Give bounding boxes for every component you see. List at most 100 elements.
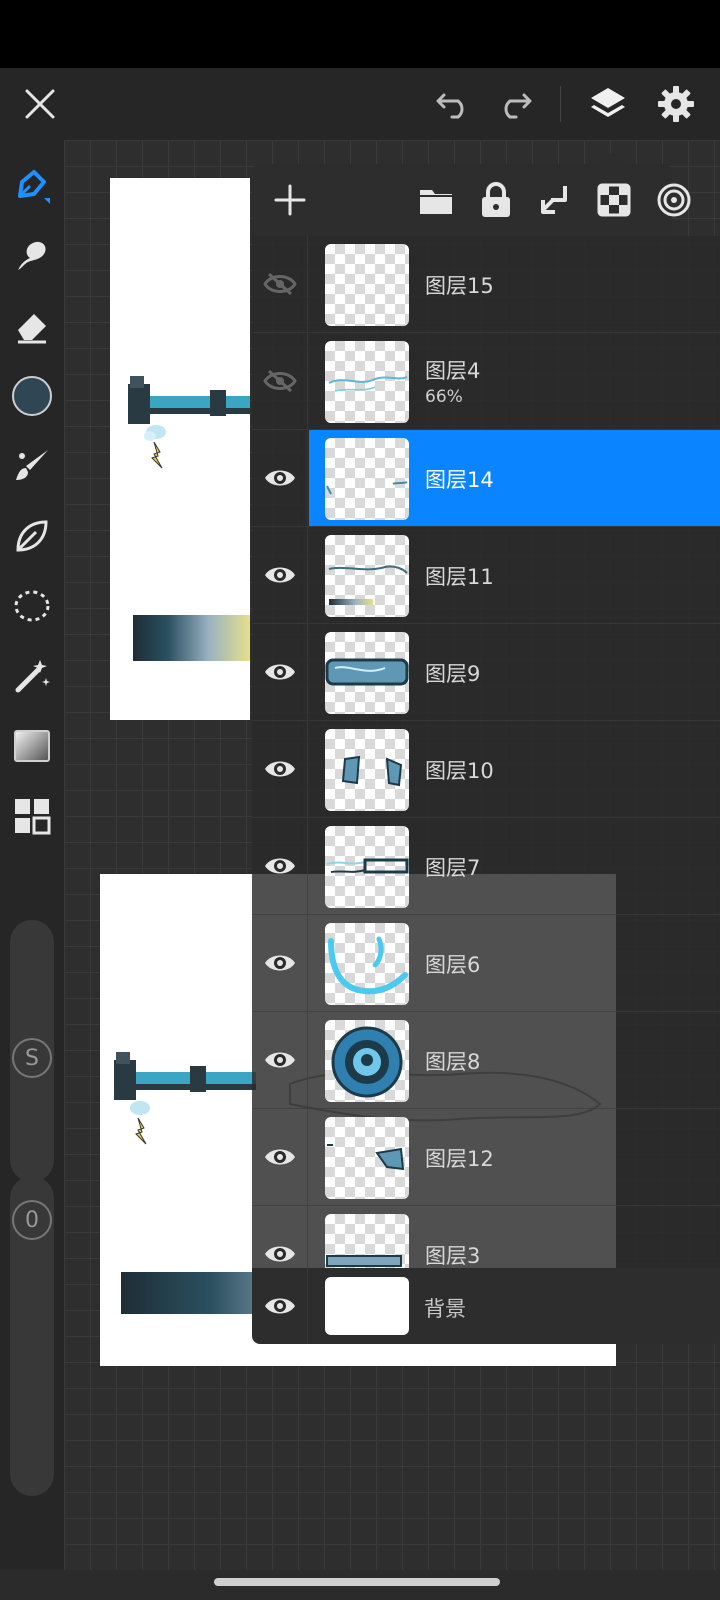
layer-name: 图层9 — [425, 662, 481, 686]
eye-icon — [264, 761, 295, 777]
brush-tool[interactable] — [8, 442, 56, 490]
layer-name: 图层8 — [425, 1050, 481, 1074]
visibility-toggle[interactable] — [252, 1109, 308, 1205]
layers-panel: 图层15 图层4 66% 图层14 图层11 图层9 图层10 图层7 图层6 … — [252, 152, 720, 1344]
layer-row[interactable]: 图层7 — [252, 818, 720, 915]
layer-row-body[interactable]: 图层15 — [309, 236, 720, 332]
background-layer-row[interactable]: 背景 — [252, 1268, 720, 1344]
layer-group-button[interactable] — [412, 176, 460, 224]
layer-opacity: 66% — [425, 387, 463, 407]
layer-row-body[interactable]: 图层10 — [309, 721, 720, 817]
layer-row[interactable]: 图层8 — [252, 1012, 720, 1109]
eye-icon — [264, 1052, 295, 1068]
layer-mask-button[interactable] — [650, 176, 698, 224]
layer-thumbnail — [325, 923, 409, 1005]
plus-icon — [274, 184, 306, 216]
layer-name: 图层3 — [425, 1244, 481, 1268]
status-bar — [0, 0, 720, 68]
eraser-tool[interactable] — [8, 302, 56, 350]
close-button[interactable] — [16, 80, 64, 128]
eraser-icon — [18, 314, 46, 344]
layer-row-body[interactable]: 图层3 — [309, 1206, 720, 1268]
layer-row-body[interactable]: 图层14 — [309, 430, 720, 526]
home-indicator[interactable] — [214, 1578, 500, 1586]
visibility-toggle[interactable] — [252, 1206, 308, 1268]
top-toolbar — [0, 68, 720, 140]
more-tools-button[interactable] — [8, 792, 56, 840]
lock-layer-button[interactable] — [472, 176, 520, 224]
layer-name: 图层15 — [425, 274, 494, 298]
undo-icon — [436, 93, 464, 119]
close-icon — [25, 89, 55, 119]
eye-icon — [264, 1149, 295, 1165]
pen-icon — [18, 170, 50, 204]
layer-row[interactable]: 图层10 — [252, 721, 720, 818]
background-thumbnail — [325, 1277, 409, 1335]
gradient-swatch-top — [133, 615, 250, 661]
merge-down-icon — [541, 186, 567, 214]
layer-row[interactable]: 图层11 — [252, 527, 720, 624]
settings-button[interactable] — [652, 80, 700, 128]
undo-button[interactable] — [430, 80, 478, 128]
layer-row[interactable]: 图层6 — [252, 915, 720, 1012]
lasso-tool[interactable] — [8, 582, 56, 630]
layer-row[interactable]: 图层3 — [252, 1206, 720, 1268]
lasso-icon — [14, 590, 50, 622]
layer-thumbnail — [325, 1117, 409, 1199]
layer-thumbnail — [325, 438, 409, 520]
visibility-toggle[interactable] — [252, 236, 308, 332]
layer-row-body[interactable]: 图层11 — [309, 527, 720, 623]
eye-icon — [264, 1246, 295, 1262]
layer-row-body[interactable]: 图层8 — [309, 1012, 720, 1108]
layer-name: 图层14 — [425, 468, 494, 492]
panel-pointer — [600, 152, 624, 164]
smudge-icon — [18, 241, 46, 270]
alpha-lock-button[interactable] — [590, 176, 638, 224]
visibility-toggle[interactable] — [252, 721, 308, 817]
add-layer-button[interactable] — [266, 176, 314, 224]
leaf-brush-tool[interactable] — [8, 512, 56, 560]
layer-row[interactable]: 图层12 — [252, 1109, 720, 1206]
layer-list[interactable]: 图层15 图层4 66% 图层14 图层11 图层9 图层10 图层7 图层6 … — [252, 236, 720, 1268]
layer-row[interactable]: 图层4 66% — [252, 333, 720, 430]
redo-button[interactable] — [490, 80, 538, 128]
layer-row-body[interactable]: 图层9 — [309, 624, 720, 720]
brush-size-badge: S — [12, 1038, 52, 1078]
visibility-toggle[interactable] — [252, 915, 308, 1011]
merge-down-button[interactable] — [532, 176, 580, 224]
visibility-toggle[interactable] — [252, 1268, 308, 1344]
toolbar-separator — [560, 86, 561, 122]
visibility-toggle[interactable] — [252, 430, 308, 526]
folder-icon — [420, 190, 452, 214]
layer-thumbnail — [325, 826, 409, 908]
smudge-tool[interactable] — [8, 232, 56, 280]
layer-row-body[interactable]: 图层4 66% — [309, 333, 720, 429]
visibility-toggle[interactable] — [252, 333, 308, 429]
layer-row-body[interactable]: 图层12 — [309, 1109, 720, 1205]
layer-row-body[interactable]: 图层6 — [309, 915, 720, 1011]
layer-name: 图层11 — [425, 565, 494, 589]
visibility-toggle[interactable] — [252, 527, 308, 623]
background-layer-name: 背景 — [424, 1297, 466, 1321]
color-picker-button[interactable] — [8, 372, 56, 420]
pen-tool[interactable] — [8, 162, 56, 210]
layer-name: 图层6 — [425, 953, 481, 977]
layer-row-body[interactable]: 图层7 — [309, 818, 720, 914]
redo-icon — [504, 93, 532, 119]
grid-icon — [15, 799, 51, 835]
visibility-toggle[interactable] — [252, 818, 308, 914]
visibility-toggle[interactable] — [252, 624, 308, 720]
visibility-toggle[interactable] — [252, 1012, 308, 1108]
brush-opacity-badge: 0 — [12, 1200, 52, 1240]
layers-button[interactable] — [584, 80, 632, 128]
layer-row[interactable]: 图层15 — [252, 236, 720, 333]
layer-row-selected[interactable]: 图层14 — [252, 430, 720, 527]
tool-rail: S 0 — [0, 140, 64, 1570]
eye-hidden-icon — [262, 272, 297, 296]
magic-wand-tool[interactable] — [8, 652, 56, 700]
gradient-tool[interactable] — [8, 722, 56, 770]
artboard-top — [110, 178, 250, 720]
layers-icon — [591, 88, 625, 117]
layer-row[interactable]: 图层9 — [252, 624, 720, 721]
layers-panel-header — [252, 164, 691, 236]
